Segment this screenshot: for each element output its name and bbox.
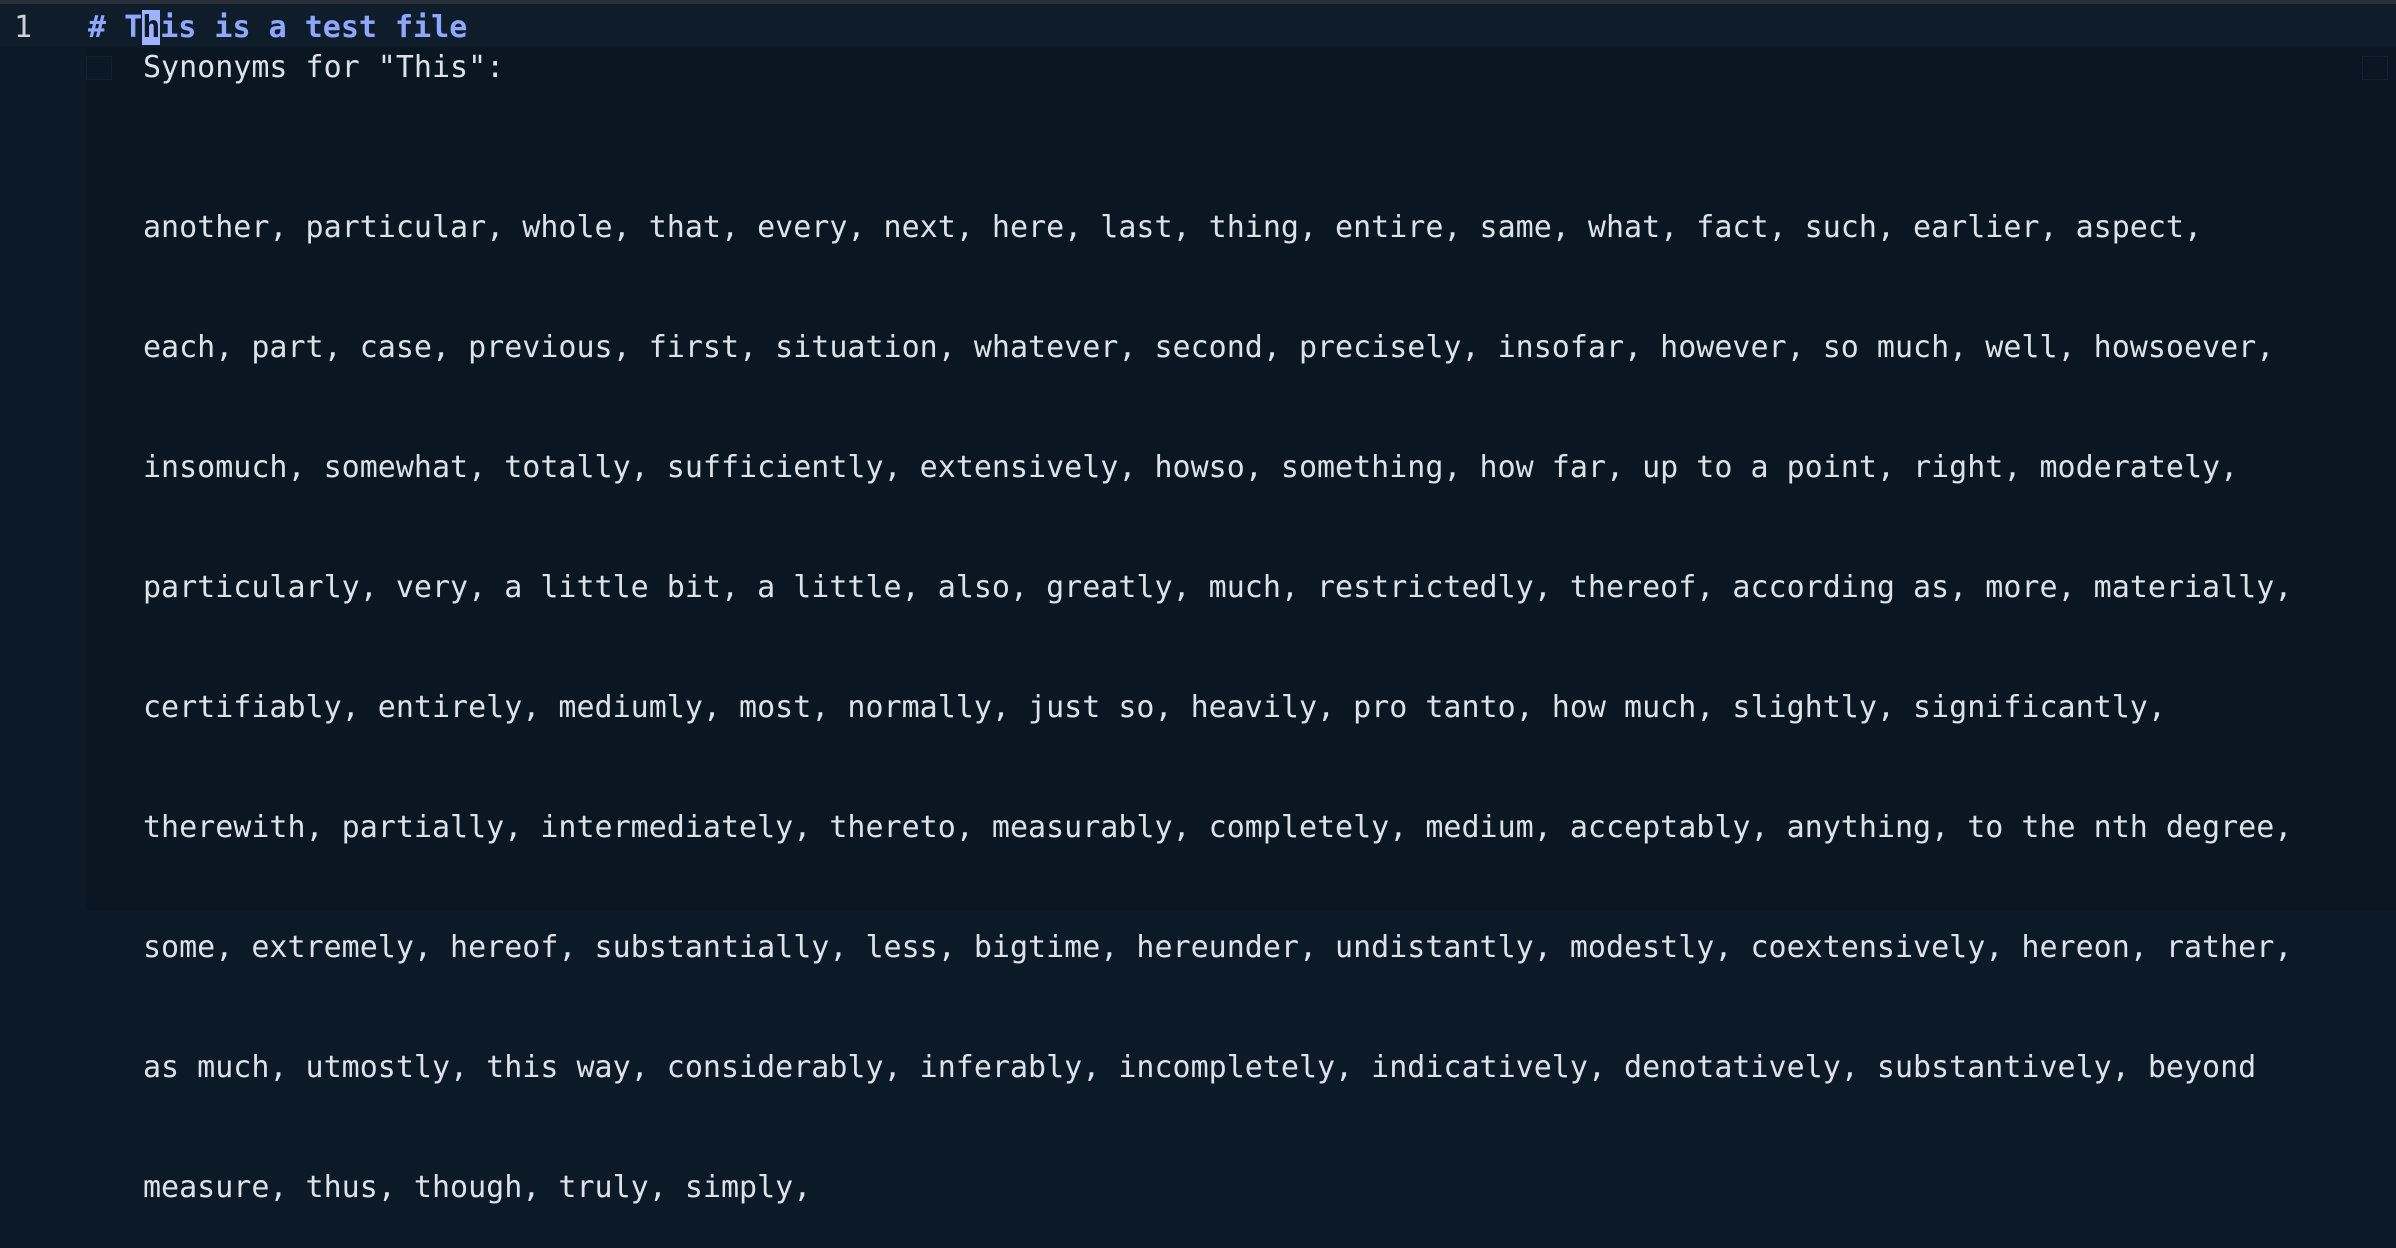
- popup-scrollbar[interactable]: [2362, 56, 2388, 80]
- synonyms-line: measure, thus, though, truly, simply,: [143, 1170, 812, 1205]
- synonyms-line: some, extremely, hereof, substantially, …: [143, 930, 2293, 965]
- synonyms-line: particularly, very, a little bit, a litt…: [143, 570, 2293, 605]
- editor-line-1[interactable]: # This is a test file: [88, 8, 467, 48]
- heading-text: is is a test file: [160, 10, 468, 45]
- popup-title: Synonyms for "This":: [143, 50, 505, 85]
- synonyms-line: insomuch, somewhat, totally, sufficientl…: [143, 450, 2239, 485]
- synonyms-line: another, particular, whole, that, every,…: [143, 210, 2203, 245]
- line-number: 1: [14, 10, 33, 45]
- synonyms-line: therewith, partially, intermediately, th…: [143, 810, 2293, 845]
- popup-sign-column: [86, 56, 112, 80]
- synonyms-line: certifiably, entirely, mediumly, most, n…: [143, 690, 2166, 725]
- text-cursor: h: [142, 10, 161, 45]
- heading-prefix: # T: [88, 10, 143, 45]
- synonyms-line: as much, utmostly, this way, considerabl…: [143, 1050, 2257, 1085]
- synonyms-list: another, particular, whole, that, every,…: [143, 128, 2292, 1248]
- synonyms-line: each, part, case, previous, first, situa…: [143, 330, 2275, 365]
